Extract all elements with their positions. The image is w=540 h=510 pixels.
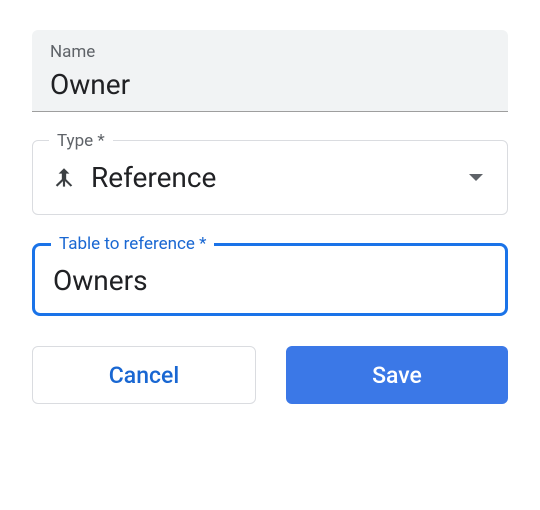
table-to-reference-value: Owners: [35, 246, 505, 313]
column-settings-dialog: Name Owner Type * Reference Table to ref…: [0, 0, 540, 510]
type-select-value: Reference: [91, 161, 455, 194]
chevron-down-icon: [469, 174, 483, 181]
cancel-button[interactable]: Cancel: [32, 346, 256, 404]
table-to-reference-select[interactable]: Table to reference * Owners: [32, 243, 508, 316]
dialog-actions: Cancel Save: [32, 346, 508, 404]
name-field-label: Name: [50, 42, 490, 62]
merge-icon: [51, 165, 77, 191]
type-select[interactable]: Type * Reference: [32, 140, 508, 215]
table-to-reference-label: Table to reference *: [51, 234, 214, 254]
name-field-value: Owner: [50, 68, 490, 101]
name-field[interactable]: Name Owner: [32, 30, 508, 112]
save-button[interactable]: Save: [286, 346, 508, 404]
type-select-label: Type *: [49, 131, 113, 151]
